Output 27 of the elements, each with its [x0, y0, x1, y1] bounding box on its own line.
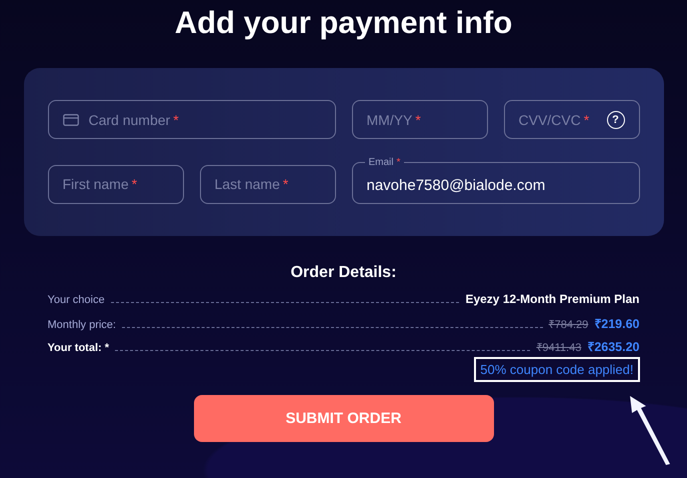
page-title: Add your payment info	[174, 4, 512, 42]
help-icon[interactable]: ?	[606, 110, 624, 128]
field-label: Email *	[368, 156, 402, 168]
field-placeholder: CVV/CVC *	[518, 112, 590, 128]
field-placeholder: MM/YY *	[366, 112, 422, 128]
submit-button[interactable]: SUBMIT ORDER	[194, 395, 494, 442]
row-value: Eyezy 12-Month Premium Plan	[465, 292, 640, 306]
new-price: ₹2635.20	[587, 339, 640, 355]
coupon-message: 50% coupon code applied!	[474, 357, 640, 382]
input-field[interactable]: Card number *	[48, 100, 336, 139]
input-field[interactable]: Last name *	[200, 164, 336, 204]
field-placeholder: Last name *	[214, 176, 290, 192]
email-field[interactable]: Email * navohe7580@bialode.com	[352, 156, 640, 204]
old-price: ₹9411.43	[536, 341, 582, 354]
old-price: ₹784.29	[548, 318, 588, 331]
input-field[interactable]: CVV/CVC * ?	[504, 100, 640, 139]
new-price: ₹219.60	[594, 316, 640, 332]
row-label: Your total: *	[48, 342, 110, 354]
field-value: navohe7580@bialode.com	[366, 177, 546, 194]
field-placeholder: First name *	[62, 176, 138, 192]
order-title: Order Details:	[290, 264, 396, 282]
field-placeholder: Card number *	[88, 112, 180, 128]
row-label: Your choice	[48, 294, 105, 306]
credit-card-icon	[62, 114, 78, 126]
row-label: Monthly price:	[48, 319, 116, 331]
input-field[interactable]: MM/YY *	[352, 100, 488, 139]
input-field[interactable]: First name *	[48, 164, 184, 204]
